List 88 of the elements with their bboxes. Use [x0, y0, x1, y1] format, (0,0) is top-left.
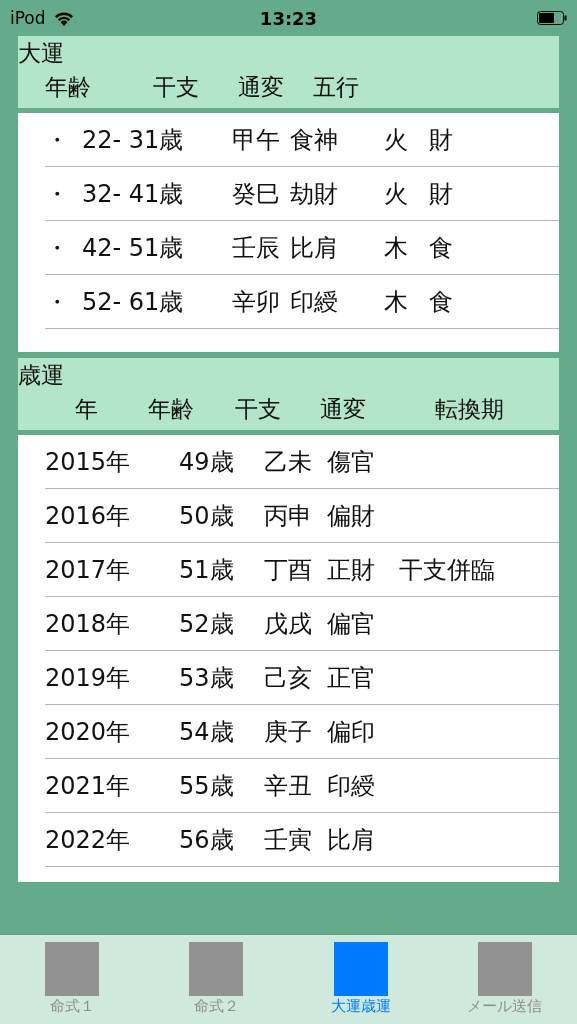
section-title: 歳運 — [18, 361, 64, 390]
category-text: 食 — [429, 232, 453, 264]
age-text: 50歳 — [179, 500, 234, 532]
column-header: 年齢 — [148, 395, 194, 424]
list-row[interactable]: ・ 52- 61歳 辛卯 印綬 木 食 — [45, 275, 559, 329]
tsuhen-text: 印綬 — [327, 770, 375, 802]
tsuhen-text: 劫財 — [290, 178, 338, 210]
year-text: 2015年 — [45, 446, 131, 478]
battery-icon — [537, 11, 567, 25]
tsuhen-text: 偏印 — [327, 716, 375, 748]
age-text: 51歳 — [179, 554, 234, 586]
category-text: 食 — [429, 286, 453, 318]
list-row[interactable]: 2021年 55歳 辛丑 印綬 — [45, 759, 559, 813]
age-range-text: 42- 51歳 — [82, 232, 184, 264]
list-row[interactable]: 2016年 50歳 丙申 偏財 — [45, 489, 559, 543]
year-text: 2016年 — [45, 500, 131, 532]
kanshi-text: 乙未 — [264, 446, 312, 478]
kanshi-text: 辛卯 — [232, 286, 280, 318]
list-row[interactable]: 2017年 51歳 丁酉 正財 干支併臨 — [45, 543, 559, 597]
tsuhen-text: 食神 — [290, 124, 338, 156]
tsuhen-text: 偏財 — [327, 500, 375, 532]
tsuhen-text: 印綬 — [290, 286, 338, 318]
clock-time: 13:23 — [259, 7, 318, 29]
list-row[interactable]: 2018年 52歳 戊戌 偏官 — [45, 597, 559, 651]
gogyo-text: 木 — [384, 286, 408, 318]
age-text: 49歳 — [179, 446, 234, 478]
column-header: 通変 — [320, 395, 366, 424]
wifi-icon — [53, 10, 74, 26]
list-row[interactable]: ・ 22- 31歳 甲午 食神 火 財 — [45, 113, 559, 167]
kanshi-text: 丁酉 — [264, 554, 312, 586]
kanshi-text: 丙申 — [264, 500, 312, 532]
tab-square-icon — [333, 942, 388, 996]
list-row[interactable]: 2022年 56歳 壬寅 比肩 — [45, 813, 559, 867]
gogyo-text: 火 — [384, 124, 408, 156]
year-text: 2019年 — [45, 662, 131, 694]
age-range-text: 32- 41歳 — [82, 178, 184, 210]
age-text: 52歳 — [179, 608, 234, 640]
tsuhen-text: 比肩 — [327, 824, 375, 856]
list-row[interactable]: 2019年 53歳 己亥 正官 — [45, 651, 559, 705]
list-row[interactable]: ・ 42- 51歳 壬辰 比肩 木 食 — [45, 221, 559, 275]
kanshi-text: 辛丑 — [264, 770, 312, 802]
kanshi-text: 己亥 — [264, 662, 312, 694]
year-text: 2020年 — [45, 716, 131, 748]
column-header: 年齢 — [45, 73, 91, 102]
carrier-name: iPod — [10, 8, 46, 28]
tab-square-icon — [189, 942, 244, 996]
gogyo-text: 火 — [384, 178, 408, 210]
kanshi-text: 壬寅 — [264, 824, 312, 856]
section-title: 大運 — [18, 39, 64, 68]
year-text: 2022年 — [45, 824, 131, 856]
age-text: 55歳 — [179, 770, 234, 802]
category-text: 財 — [429, 124, 453, 156]
bullet-text: ・ — [45, 286, 69, 318]
kanshi-text: 庚子 — [264, 716, 312, 748]
column-header: 五行 — [313, 73, 359, 102]
tsuhen-text: 偏官 — [327, 608, 375, 640]
age-range-text: 22- 31歳 — [82, 124, 184, 156]
year-text: 2021年 — [45, 770, 131, 802]
column-header: 年 — [75, 395, 98, 424]
bullet-text: ・ — [45, 232, 69, 264]
age-text: 53歳 — [179, 662, 234, 694]
kanshi-text: 戊戌 — [264, 608, 312, 640]
year-text: 2017年 — [45, 554, 131, 586]
tsuhen-text: 正官 — [327, 662, 375, 694]
tab-square-icon — [477, 942, 532, 996]
list-row[interactable]: 2015年 49歳 乙未 傷官 — [45, 435, 559, 489]
age-text: 54歳 — [179, 716, 234, 748]
age-text: 56歳 — [179, 824, 234, 856]
tab-square-icon — [45, 942, 100, 996]
bullet-text: ・ — [45, 178, 69, 210]
bullet-text: ・ — [45, 124, 69, 156]
kanshi-text: 癸巳 — [232, 178, 280, 210]
year-text: 2018年 — [45, 608, 131, 640]
kanshi-text: 壬辰 — [232, 232, 280, 264]
column-header: 干支 — [153, 73, 199, 102]
tsuhen-text: 傷官 — [327, 446, 375, 478]
column-header: 干支 — [235, 395, 281, 424]
category-text: 財 — [429, 178, 453, 210]
tsuhen-text: 正財 — [327, 554, 375, 586]
tsuhen-text: 比肩 — [290, 232, 338, 264]
turning-point-text: 干支併臨 — [399, 554, 495, 586]
column-header: 通変 — [238, 73, 284, 102]
column-header: 転換期 — [435, 395, 504, 424]
gogyo-text: 木 — [384, 232, 408, 264]
list-row[interactable]: 2020年 54歳 庚子 偏印 — [45, 705, 559, 759]
kanshi-text: 甲午 — [232, 124, 280, 156]
list-row[interactable]: ・ 32- 41歳 癸巳 劫財 火 財 — [45, 167, 559, 221]
age-range-text: 52- 61歳 — [82, 286, 184, 318]
